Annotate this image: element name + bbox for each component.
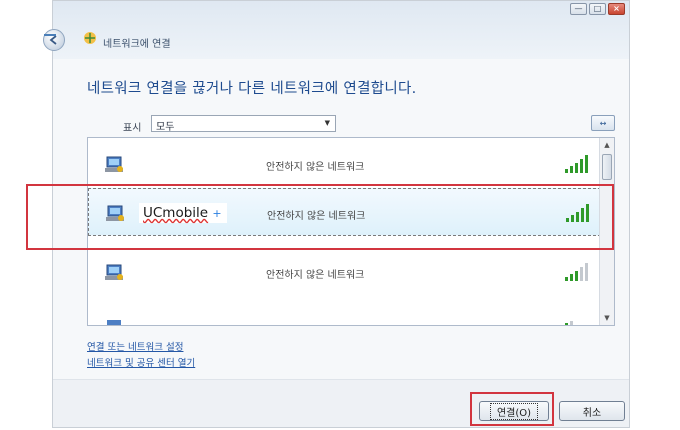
network-row[interactable]: 안전하지 않은 네트워크: [88, 248, 601, 296]
cancel-button[interactable]: 취소: [559, 401, 625, 421]
network-title-icon: [84, 32, 96, 44]
left-accent-line: [44, 34, 56, 36]
maximize-button[interactable]: □: [589, 3, 606, 15]
minimize-button[interactable]: —: [570, 3, 587, 15]
show-filter-dropdown[interactable]: 모두 ▼: [151, 115, 336, 133]
minimize-icon: —: [574, 4, 583, 13]
window-title: 네트워크에 연결: [103, 39, 171, 50]
setup-connection-link[interactable]: 연결 또는 네트워크 설정: [87, 339, 183, 353]
title-bar: [53, 1, 629, 59]
network-icon: [107, 320, 121, 325]
show-label: 표시: [123, 123, 142, 134]
back-button[interactable]: [43, 29, 65, 51]
highlight-box-connect: [470, 392, 554, 426]
network-icon: [105, 264, 123, 280]
scroll-down-icon[interactable]: ▼: [600, 311, 614, 325]
close-button[interactable]: ×: [608, 3, 625, 15]
network-security-status: 안전하지 않은 네트워크: [266, 270, 365, 281]
scroll-up-icon[interactable]: ▲: [600, 138, 614, 152]
signal-strength-icon: [565, 155, 588, 173]
refresh-icon: ↔: [599, 118, 607, 128]
maximize-icon: □: [593, 4, 602, 13]
scroll-thumb[interactable]: [602, 154, 612, 180]
network-row-partial[interactable]: [88, 312, 601, 325]
show-filter-value: 모두: [156, 122, 175, 133]
signal-strength-icon: [565, 321, 573, 325]
dropdown-arrow-icon: ▼: [324, 119, 330, 127]
network-security-status: 안전하지 않은 네트워크: [266, 162, 365, 173]
network-icon: [105, 156, 123, 172]
highlight-box-network: [26, 184, 614, 250]
refresh-button[interactable]: ↔: [591, 115, 615, 131]
page-heading: 네트워크 연결을 끊거나 다른 네트워크에 연결합니다.: [87, 81, 417, 97]
signal-strength-icon: [565, 263, 588, 281]
network-sharing-center-link[interactable]: 네트워크 및 공유 센터 열기: [87, 355, 195, 369]
window-controls: — □ ×: [570, 3, 625, 15]
network-row[interactable]: 안전하지 않은 네트워크: [88, 140, 601, 188]
close-icon: ×: [613, 4, 620, 13]
